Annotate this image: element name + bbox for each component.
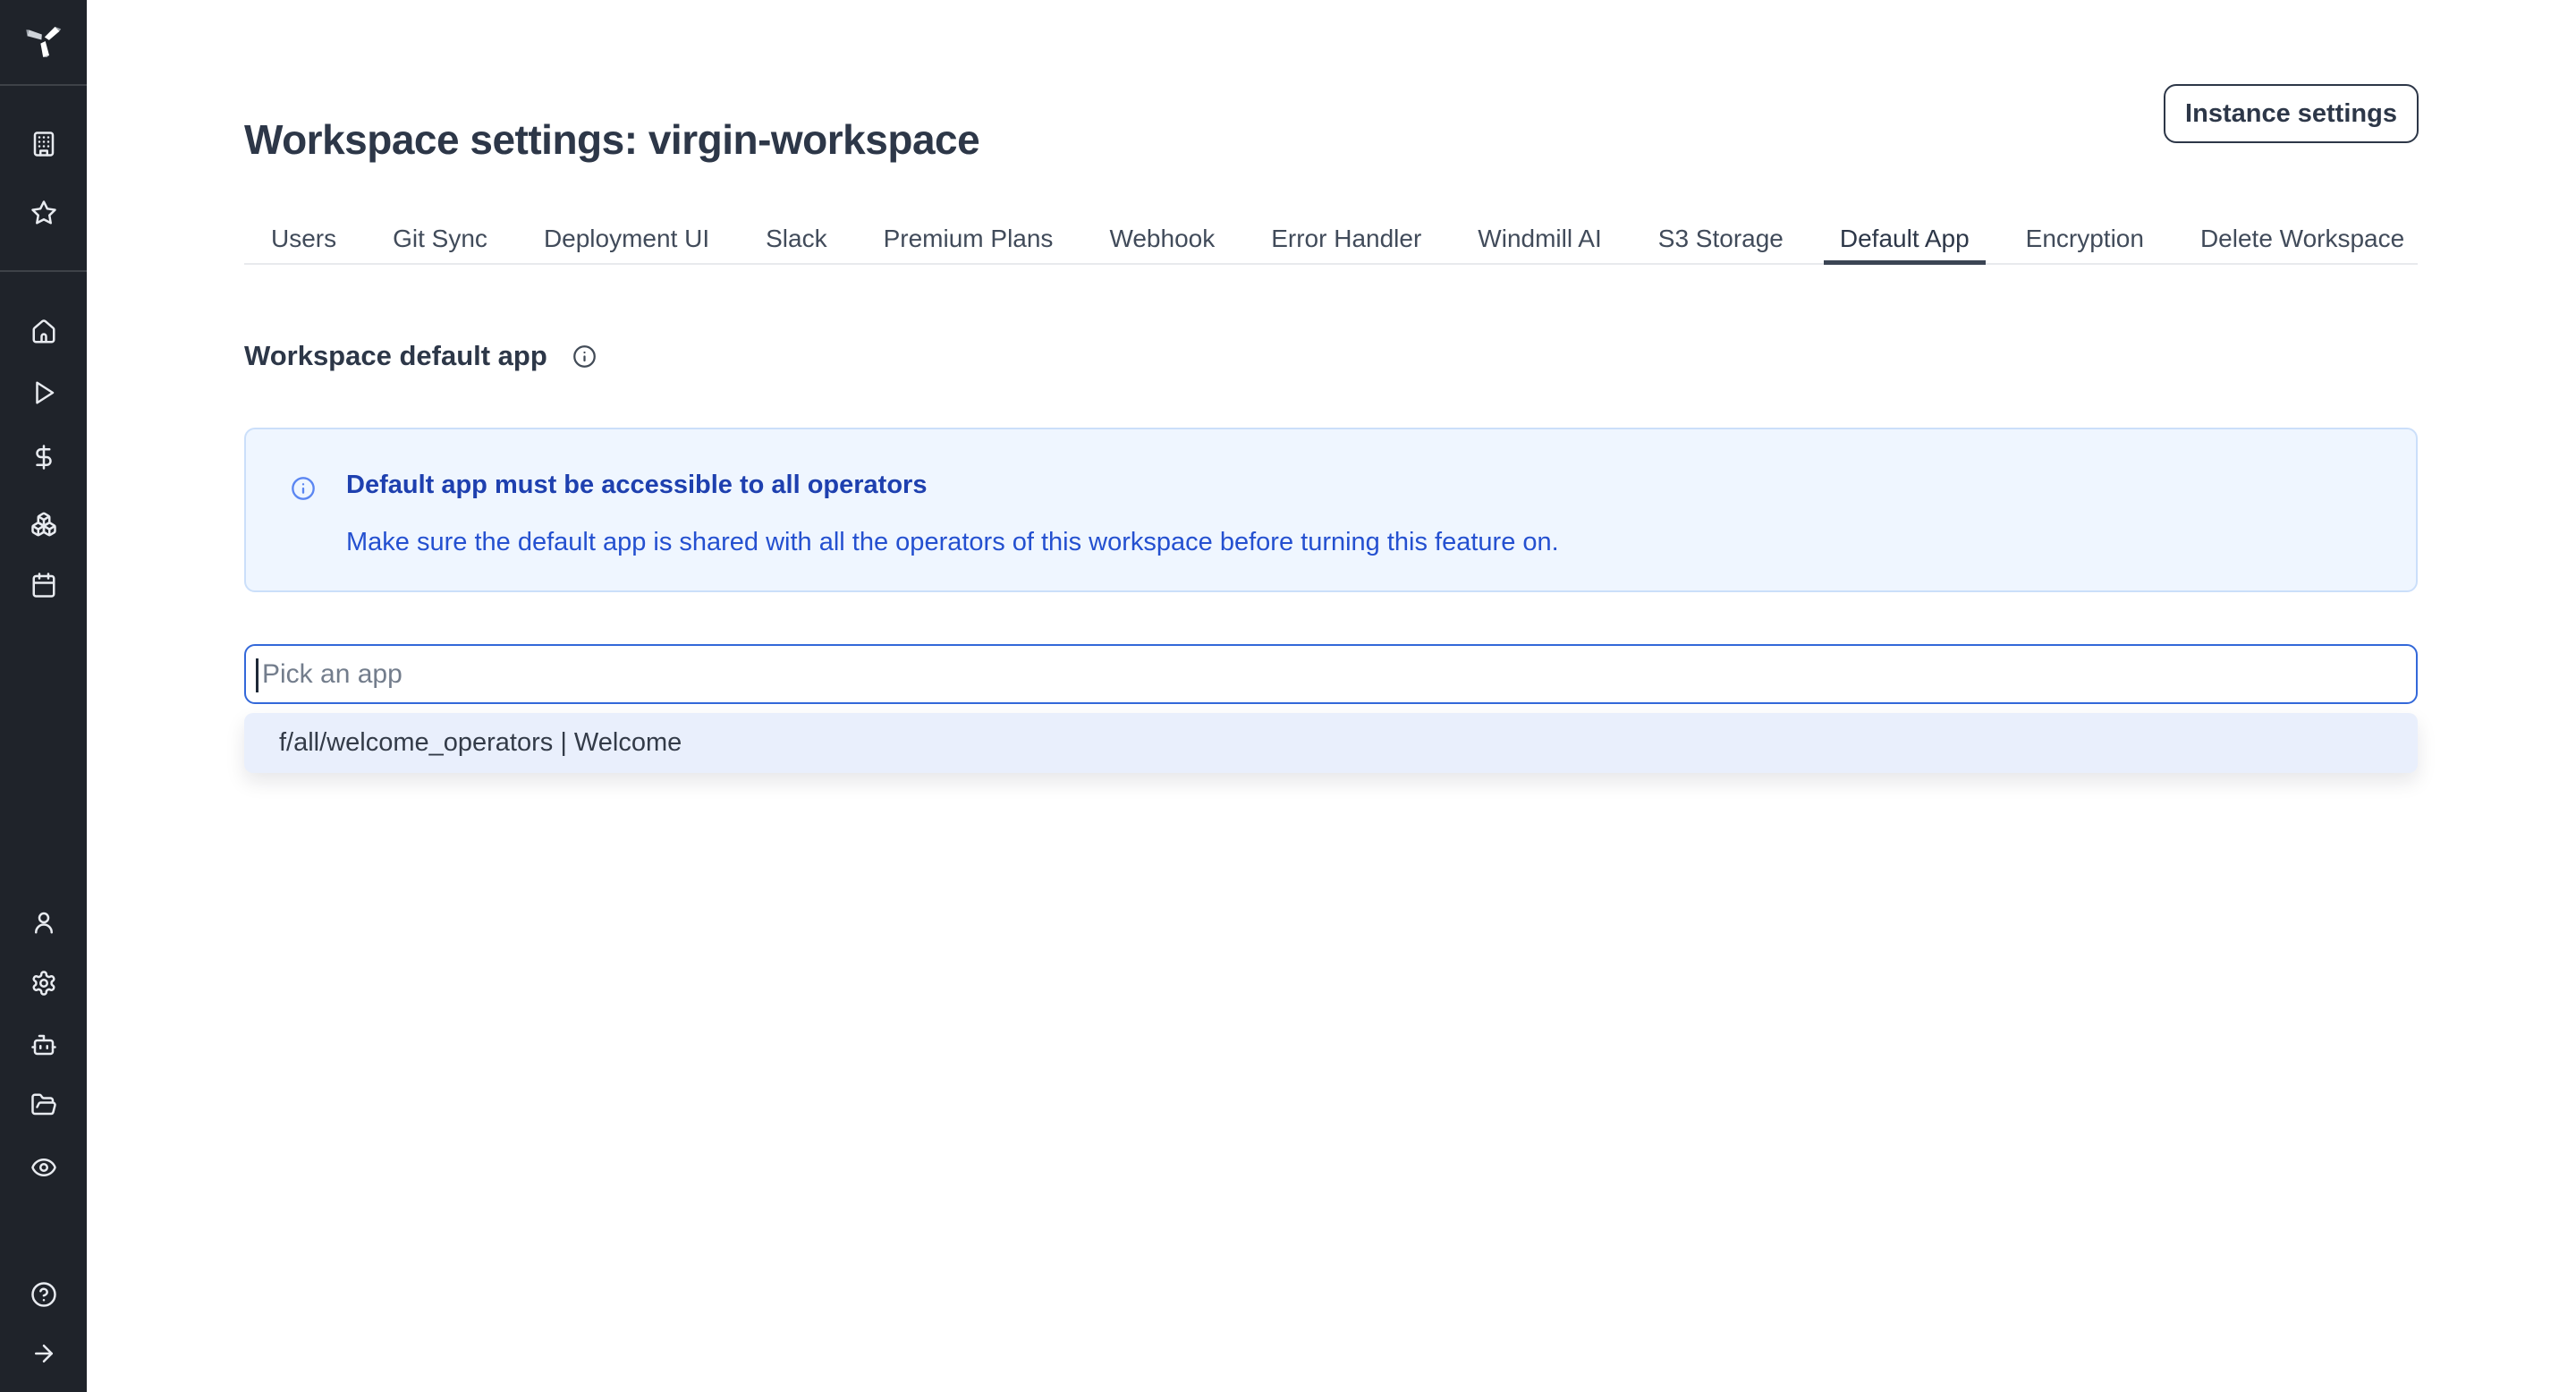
sidebar-divider <box>0 270 87 272</box>
eye-icon[interactable] <box>0 1154 87 1181</box>
tab-deployment-ui[interactable]: Deployment UI <box>544 215 709 263</box>
tab-default-app[interactable]: Default App <box>1840 215 1970 263</box>
info-icon[interactable] <box>572 344 597 369</box>
star-icon[interactable] <box>0 199 87 226</box>
info-alert: Default app must be accessible to all op… <box>244 428 2418 592</box>
settings-tabs: Users Git Sync Deployment UI Slack Premi… <box>244 215 2418 265</box>
sidebar-divider <box>0 84 87 86</box>
tab-premium-plans[interactable]: Premium Plans <box>884 215 1054 263</box>
tab-encryption[interactable]: Encryption <box>2026 215 2144 263</box>
home-icon[interactable] <box>0 318 87 345</box>
app-picker-dropdown[interactable]: f/all/welcome_operators | Welcome <box>244 713 2418 773</box>
alert-body: Make sure the default app is shared with… <box>346 528 1559 557</box>
tab-windmill-ai[interactable]: Windmill AI <box>1478 215 1601 263</box>
tab-users[interactable]: Users <box>271 215 336 263</box>
robot-icon[interactable] <box>0 1031 87 1058</box>
tab-delete-workspace[interactable]: Delete Workspace <box>2200 215 2404 263</box>
tab-s3-storage[interactable]: S3 Storage <box>1658 215 1784 263</box>
alert-info-icon <box>291 476 316 505</box>
instance-settings-button[interactable]: Instance settings <box>2164 84 2419 143</box>
calendar-icon[interactable] <box>0 572 87 598</box>
tab-slack[interactable]: Slack <box>766 215 826 263</box>
tab-error-handler[interactable]: Error Handler <box>1271 215 1421 263</box>
tab-git-sync[interactable]: Git Sync <box>393 215 487 263</box>
arrow-right-icon[interactable] <box>0 1340 87 1367</box>
windmill-logo-icon[interactable] <box>0 21 87 57</box>
app-option[interactable]: f/all/welcome_operators | Welcome <box>279 728 682 758</box>
app-picker-input[interactable] <box>260 648 2393 701</box>
app-picker-field <box>244 644 2418 704</box>
section-heading-row: Workspace default app <box>244 340 597 372</box>
play-icon[interactable] <box>0 379 87 406</box>
boxes-icon[interactable] <box>0 511 87 538</box>
gear-icon[interactable] <box>0 970 87 997</box>
dollar-icon[interactable] <box>0 444 87 471</box>
text-caret <box>256 658 258 692</box>
building-icon[interactable] <box>0 131 87 157</box>
page-title: Workspace settings: virgin-workspace <box>244 115 979 164</box>
user-icon[interactable] <box>0 909 87 936</box>
help-icon[interactable] <box>0 1281 87 1308</box>
section-heading: Workspace default app <box>244 340 547 372</box>
folder-open-icon[interactable] <box>0 1091 87 1118</box>
alert-title: Default app must be accessible to all op… <box>346 471 927 500</box>
sidebar <box>0 0 87 1392</box>
tab-webhook[interactable]: Webhook <box>1109 215 1215 263</box>
